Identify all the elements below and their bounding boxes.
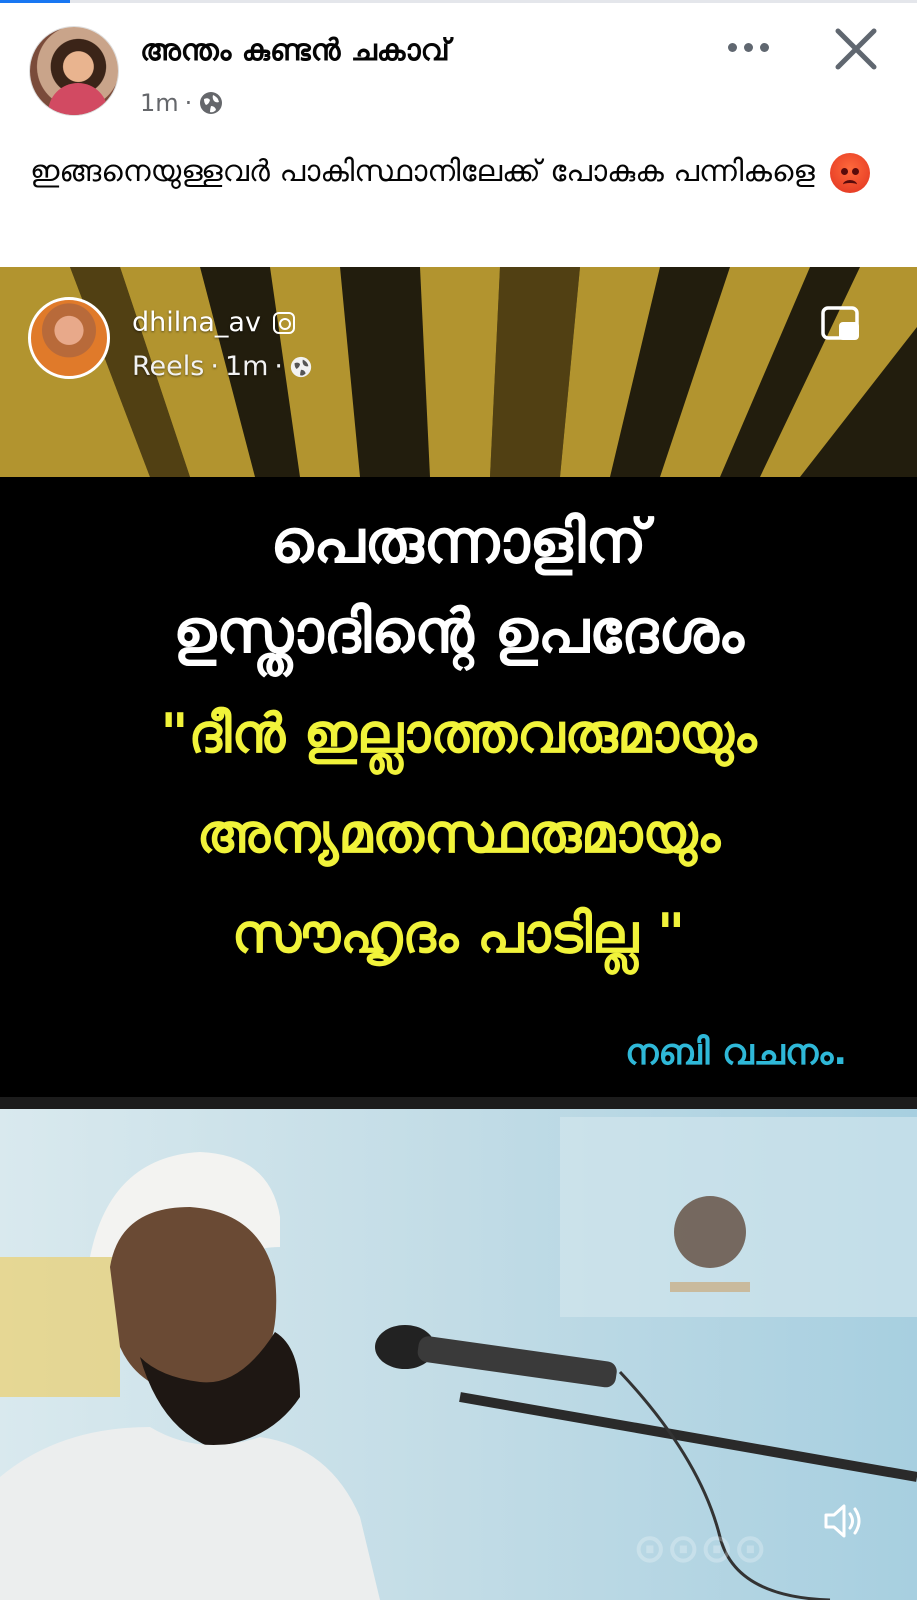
globe-icon bbox=[290, 356, 312, 377]
reel-time: 1m bbox=[224, 351, 269, 382]
more-options-button[interactable] bbox=[722, 27, 774, 67]
angry-face-emoji-icon bbox=[830, 152, 871, 193]
reel-username[interactable]: dhilna_av bbox=[132, 307, 261, 338]
caption-text: ഇങ്ങനെയുള്ളവർ പാകിസ്ഥാനിലേക്ക് പോകുക പന്… bbox=[30, 154, 815, 189]
author-avatar[interactable] bbox=[30, 27, 118, 115]
reel-title-line2: ഉസ്താദിന്റെ ഉപദേശം bbox=[173, 597, 744, 667]
post-time[interactable]: 1m bbox=[140, 89, 179, 117]
globe-icon bbox=[200, 92, 223, 114]
reel-quote-line2: അന്യമതസ്ഥരുമായും bbox=[196, 802, 721, 865]
reel-author-avatar[interactable] bbox=[28, 297, 110, 379]
reel-source: Reels bbox=[132, 351, 205, 382]
meta-separator: · bbox=[184, 89, 193, 117]
reel-attribution: നബി വചനം. bbox=[625, 1032, 847, 1073]
reel-title-line1: പെരുന്നാളിന് bbox=[270, 507, 647, 577]
reel-username-row: dhilna_av bbox=[132, 307, 295, 338]
picture-in-picture-icon[interactable] bbox=[820, 305, 862, 343]
post-meta: 1m · bbox=[140, 89, 224, 117]
more-options-icon bbox=[727, 42, 737, 52]
reel-meta: Reels · 1m · bbox=[132, 351, 313, 382]
instagram-icon bbox=[272, 311, 295, 334]
shared-reel[interactable]: dhilna_av Reels · 1m · പെരുന്നാളിന് ഉസ്ത… bbox=[0, 267, 917, 1600]
author-name[interactable]: അന്തം കുണ്ടൻ ചകാവ് bbox=[140, 33, 450, 68]
reel-quote-line1: "ദീൻ ഇല്ലാത്തവരുമായും bbox=[160, 702, 757, 765]
post-caption: ഇങ്ങനെയുള്ളവർ പാകിസ്ഥാനിലേക്ക് പോകുക പന്… bbox=[30, 144, 890, 200]
speaker-video-frame[interactable]: ⊙⊙⊙⊙ bbox=[0, 1097, 917, 1600]
reel-text-overlay: പെരുന്നാളിന് ഉസ്താദിന്റെ ഉപദേശം "ദീൻ ഇല്… bbox=[0, 477, 917, 1097]
reel-quote-line3: സൗഹൃദം പാടില്ല " bbox=[231, 902, 686, 965]
close-icon[interactable] bbox=[828, 23, 884, 75]
post-header: അന്തം കുണ്ടൻ ചകാവ് 1m · bbox=[0, 3, 917, 123]
svg-text:⊙⊙⊙⊙: ⊙⊙⊙⊙ bbox=[633, 1526, 767, 1572]
speaker-icon[interactable] bbox=[820, 1497, 868, 1545]
